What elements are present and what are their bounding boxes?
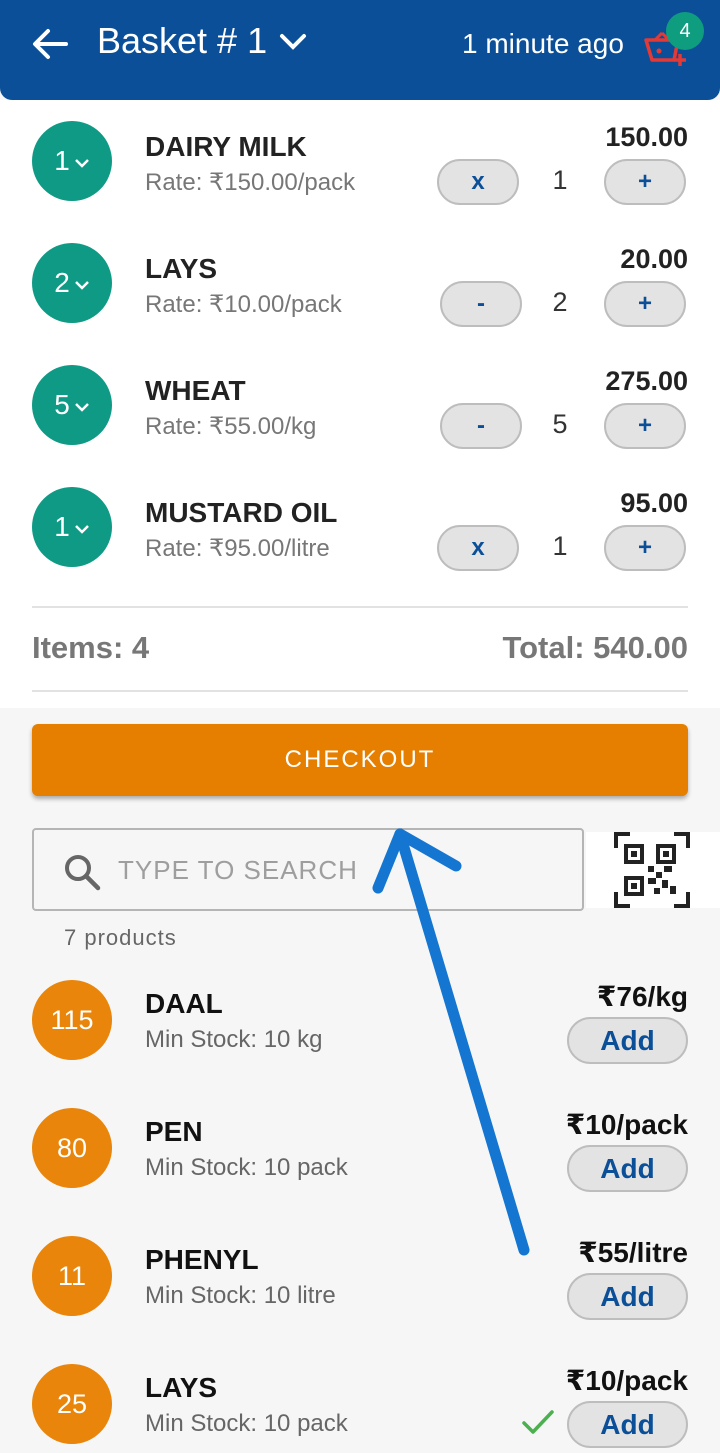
product-price: ₹76/kg — [596, 981, 688, 1012]
quantity-dropdown[interactable]: 1 — [32, 121, 112, 201]
stock-badge: 11 — [32, 1236, 112, 1316]
item-count: 1 — [552, 531, 568, 561]
items-count: Items: 4 — [32, 630, 150, 665]
product-price: ₹10/pack — [565, 1365, 688, 1396]
product-name: LAYS — [145, 1372, 218, 1403]
qr-code-icon — [614, 832, 690, 908]
decrement-button[interactable]: - — [440, 281, 522, 327]
item-price: 275.00 — [605, 366, 688, 396]
basket-title[interactable]: Basket # 1 — [97, 20, 267, 62]
item-name: LAYS — [145, 253, 218, 284]
add-button[interactable]: Add — [567, 1401, 688, 1448]
item-name: WHEAT — [145, 375, 246, 406]
product-min-stock: Min Stock: 10 kg — [145, 1026, 323, 1053]
item-price: 20.00 — [620, 244, 688, 274]
cart-count-badge: 4 — [666, 12, 704, 50]
chevron-down-icon — [74, 158, 89, 168]
item-rate: Rate: ₹150.00/pack — [145, 169, 356, 196]
item-count: 2 — [552, 287, 568, 317]
quantity-dropdown[interactable]: 5 — [32, 365, 112, 445]
app-header: Basket # 1 1 minute ago 4 — [0, 0, 720, 100]
search-input[interactable] — [118, 846, 558, 894]
search-icon — [65, 855, 101, 891]
basket-item: 5 WHEAT Rate: ₹55.00/kg 275.00 - 5 + — [0, 364, 720, 464]
stock-badge: 80 — [32, 1108, 112, 1188]
search-box — [32, 828, 584, 911]
decrement-button[interactable]: - — [440, 403, 522, 449]
checkout-button[interactable]: CHECKOUT — [32, 724, 688, 796]
basket-list: 1 DAIRY MILK Rate: ₹150.00/pack 150.00 x… — [0, 100, 720, 708]
product-name: DAAL — [145, 988, 223, 1019]
chevron-down-icon — [74, 524, 89, 534]
divider — [32, 690, 688, 692]
quantity-value: 1 — [54, 511, 70, 542]
chevron-down-icon — [74, 280, 89, 290]
arrow-left-icon[interactable] — [30, 26, 70, 62]
product-row: 115 DAAL Min Stock: 10 kg ₹76/kg Add — [0, 978, 720, 1106]
item-rate: Rate: ₹55.00/kg — [145, 413, 317, 440]
quantity-value: 1 — [54, 145, 70, 176]
quantity-dropdown[interactable]: 2 — [32, 243, 112, 323]
basket-item: 1 DAIRY MILK Rate: ₹150.00/pack 150.00 x… — [0, 120, 720, 220]
item-price: 150.00 — [605, 122, 688, 152]
product-price: ₹10/pack — [565, 1109, 688, 1140]
item-price: 95.00 — [620, 488, 688, 518]
stock-badge: 25 — [32, 1364, 112, 1444]
remove-button[interactable]: x — [437, 159, 519, 205]
item-rate: Rate: ₹95.00/litre — [145, 535, 330, 562]
product-name: PHENYL — [145, 1244, 259, 1275]
product-row: 80 PEN Min Stock: 10 pack ₹10/pack Add — [0, 1106, 720, 1234]
quantity-dropdown[interactable]: 1 — [32, 487, 112, 567]
product-price: ₹55/litre — [578, 1237, 688, 1268]
qr-scan-button[interactable] — [586, 832, 720, 908]
product-row: 11 PHENYL Min Stock: 10 litre ₹55/litre … — [0, 1234, 720, 1362]
item-count: 1 — [552, 165, 568, 195]
add-button[interactable]: Add — [567, 1145, 688, 1192]
item-rate: Rate: ₹10.00/pack — [145, 291, 342, 318]
product-min-stock: Min Stock: 10 pack — [145, 1410, 348, 1437]
quantity-value: 2 — [54, 267, 70, 298]
remove-button[interactable]: x — [437, 525, 519, 571]
divider — [32, 606, 688, 608]
basket-item: 2 LAYS Rate: ₹10.00/pack 20.00 - 2 + — [0, 242, 720, 342]
product-row: 25 LAYS Min Stock: 10 pack ₹10/pack Add — [0, 1362, 720, 1453]
increment-button[interactable]: + — [604, 525, 686, 571]
product-name: PEN — [145, 1116, 203, 1147]
increment-button[interactable]: + — [604, 159, 686, 205]
chevron-down-icon — [74, 402, 89, 412]
increment-button[interactable]: + — [604, 403, 686, 449]
increment-button[interactable]: + — [604, 281, 686, 327]
product-min-stock: Min Stock: 10 pack — [145, 1154, 348, 1181]
check-icon — [522, 1410, 554, 1434]
item-name: MUSTARD OIL — [145, 497, 338, 528]
add-button[interactable]: Add — [567, 1273, 688, 1320]
last-updated-time: 1 minute ago — [462, 28, 624, 59]
product-count: 7 products — [64, 925, 177, 950]
item-name: DAIRY MILK — [145, 131, 307, 162]
quantity-value: 5 — [54, 389, 70, 420]
product-min-stock: Min Stock: 10 litre — [145, 1282, 336, 1309]
add-button[interactable]: Add — [567, 1017, 688, 1064]
basket-item: 1 MUSTARD OIL Rate: ₹95.00/litre 95.00 x… — [0, 486, 720, 586]
basket-total: Total: 540.00 — [502, 630, 688, 665]
stock-badge: 115 — [32, 980, 112, 1060]
item-count: 5 — [552, 409, 568, 439]
chevron-down-icon[interactable] — [278, 30, 308, 54]
